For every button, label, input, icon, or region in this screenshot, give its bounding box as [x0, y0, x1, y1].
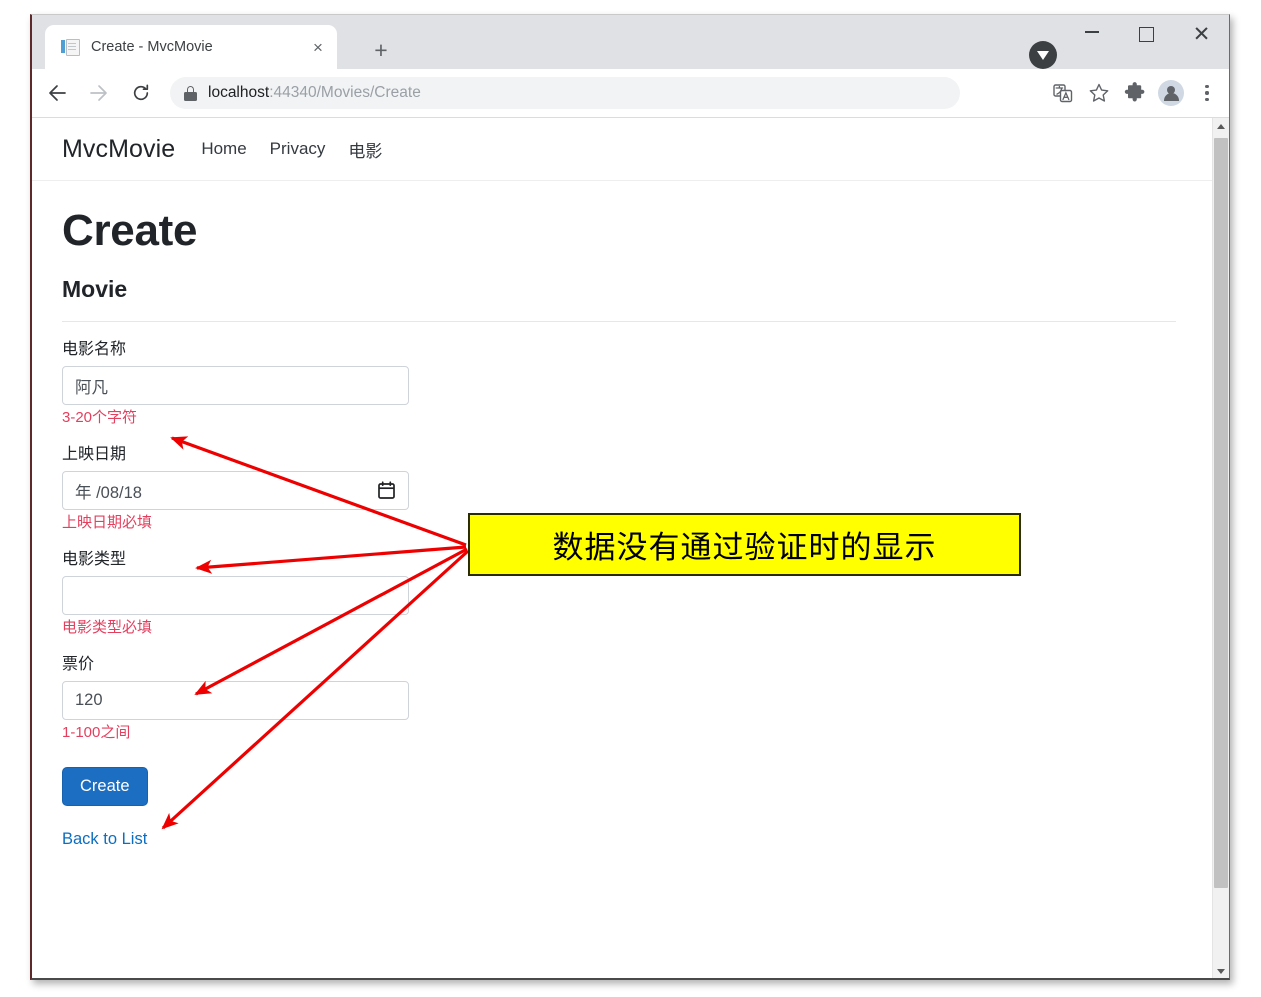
annotation-text: 数据没有通过验证时的显示 [552, 530, 937, 566]
input-genre[interactable] [62, 576, 409, 616]
extensions-puzzle-icon[interactable] [1117, 75, 1153, 111]
tab-strip: Create - MvcMovie × + ✕ [32, 15, 1229, 69]
create-button[interactable]: Create [62, 767, 148, 807]
input-price[interactable] [62, 681, 409, 721]
brand-link[interactable]: MvcMovie [62, 135, 175, 164]
label-movie-title: 电影名称 [62, 341, 127, 359]
lock-icon [184, 85, 197, 101]
nav-links: Home Privacy 电影 [201, 137, 382, 162]
nav-link-home[interactable]: Home [201, 139, 246, 159]
tab-title: Create - MvcMovie [91, 39, 213, 55]
reload-icon[interactable] [124, 76, 158, 110]
page-title: Create [62, 206, 198, 255]
scroll-up-icon[interactable] [1213, 118, 1229, 135]
vertical-scrollbar[interactable] [1212, 118, 1229, 978]
window-controls: ✕ [1064, 15, 1229, 59]
page-subtitle: Movie [62, 276, 128, 303]
form-group-price: 票价 1-100之间 [62, 650, 1212, 742]
nav-link-privacy[interactable]: Privacy [270, 139, 326, 159]
back-icon[interactable] [40, 76, 74, 110]
scrollbar-thumb[interactable] [1214, 138, 1228, 888]
nav-link-movies[interactable]: 电影 [348, 137, 382, 162]
annotation-callout-box: 数据没有通过验证时的显示 [468, 513, 1021, 576]
translate-icon[interactable] [1045, 75, 1081, 111]
minimize-button[interactable] [1064, 15, 1119, 53]
input-movie-title[interactable] [62, 366, 409, 406]
maximize-button[interactable] [1119, 15, 1174, 53]
page-icon [61, 38, 80, 56]
download-indicator-icon[interactable] [1029, 41, 1057, 69]
url-text: localhost:44340/Movies/Create [208, 84, 421, 102]
input-release-date[interactable] [62, 471, 409, 511]
error-movie-title: 3-20个字符 [62, 409, 138, 427]
forward-icon[interactable] [82, 76, 116, 110]
label-release-date: 上映日期 [62, 446, 127, 464]
toolbar-right-icons [1045, 69, 1225, 117]
label-price: 票价 [62, 656, 95, 674]
close-icon[interactable]: × [305, 34, 331, 60]
screenshot-root: Create - MvcMovie × + ✕ localhost:44340/… [0, 0, 1261, 997]
form-group-title: 电影名称 3-20个字符 [62, 335, 1212, 427]
back-to-list-link[interactable]: Back to List [62, 830, 147, 849]
scroll-down-icon[interactable] [1213, 963, 1229, 978]
error-price: 1-100之间 [62, 724, 131, 742]
divider [62, 321, 1176, 323]
new-tab-button[interactable]: + [366, 35, 396, 65]
browser-tab[interactable]: Create - MvcMovie × [45, 25, 337, 69]
close-window-button[interactable]: ✕ [1174, 15, 1229, 53]
three-dot-menu-icon[interactable] [1189, 75, 1225, 111]
browser-window: Create - MvcMovie × + ✕ localhost:44340/… [30, 14, 1230, 980]
address-bar[interactable]: localhost:44340/Movies/Create [170, 77, 960, 109]
date-control-wrapper [62, 471, 409, 511]
url-host: localhost [208, 84, 270, 101]
profile-avatar-icon[interactable] [1153, 75, 1189, 111]
bookmark-star-icon[interactable] [1081, 75, 1117, 111]
site-navbar: MvcMovie Home Privacy 电影 [32, 118, 1212, 181]
browser-toolbar: localhost:44340/Movies/Create [32, 69, 1229, 118]
url-path: :44340/Movies/Create [269, 84, 421, 101]
calendar-icon[interactable] [378, 481, 395, 500]
error-genre: 电影类型必填 [62, 619, 153, 637]
